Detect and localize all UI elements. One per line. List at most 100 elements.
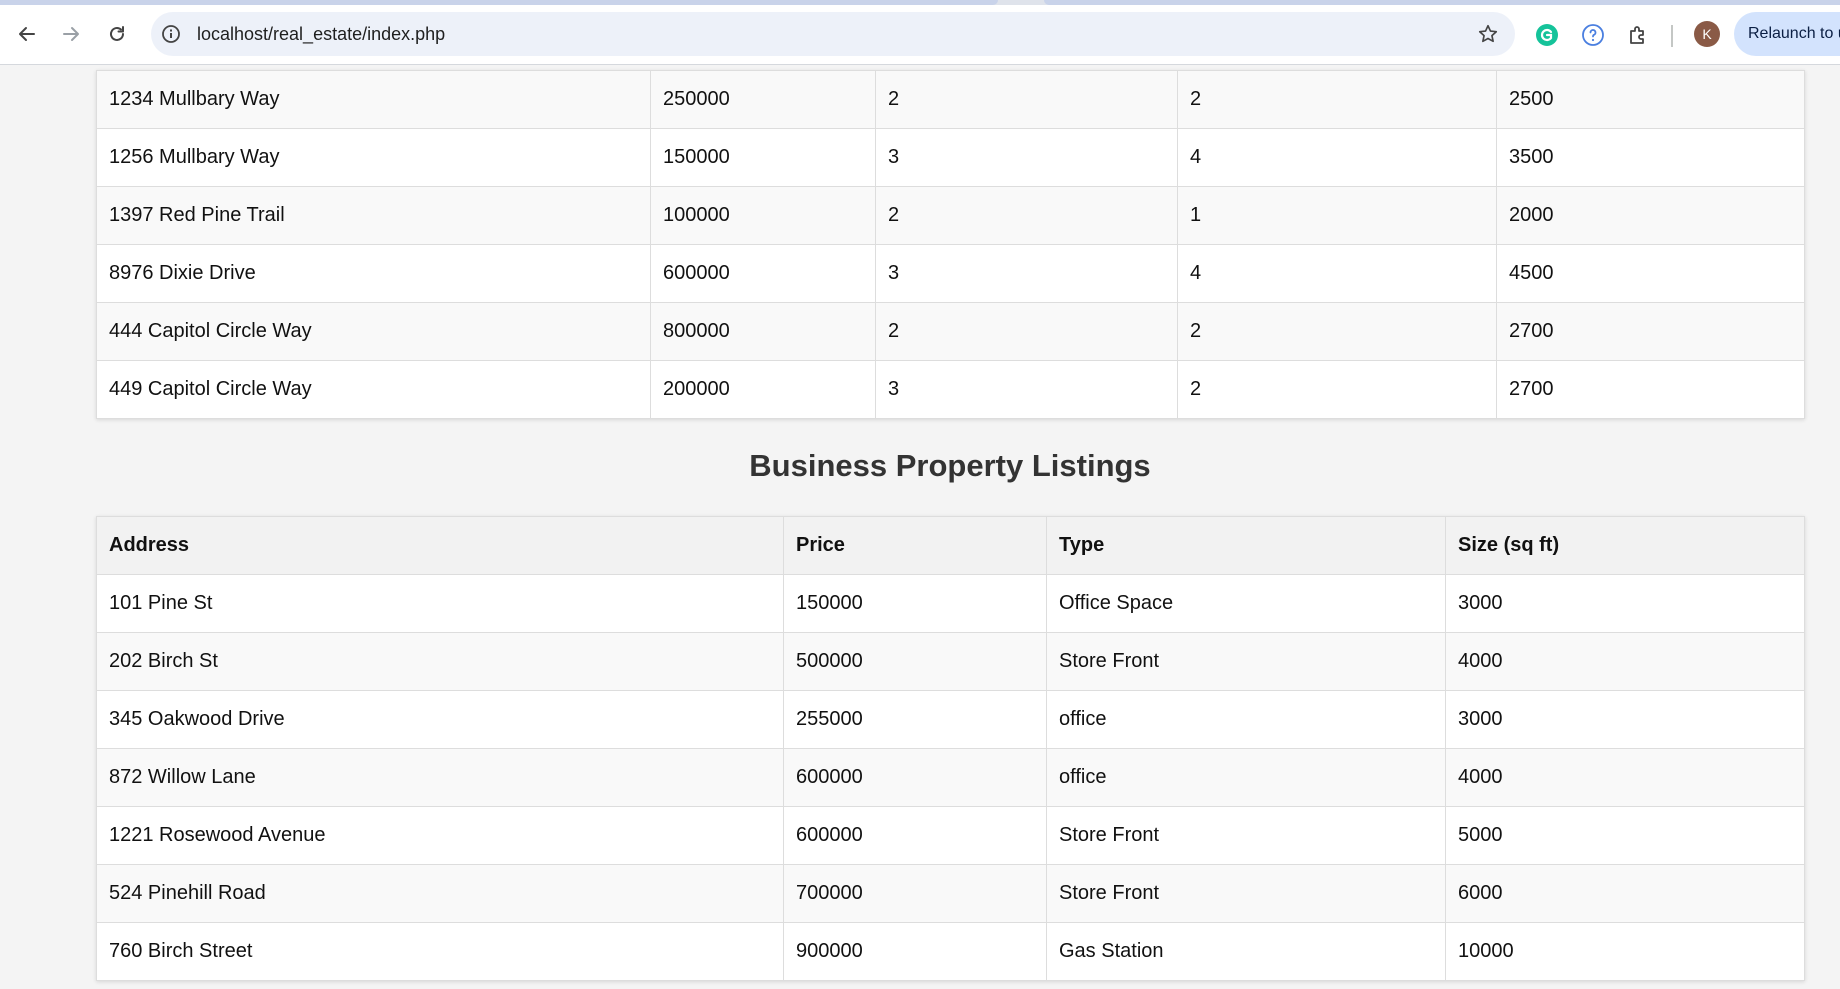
column-header: Price <box>783 516 1047 575</box>
table-row: 449 Capitol Circle Way 200000 3 2 2700 <box>96 360 1805 419</box>
column-header: Type <box>1046 516 1446 575</box>
table-row: 8976 Dixie Drive 600000 3 4 4500 <box>96 244 1805 303</box>
table-cell: 2500 <box>1496 70 1805 129</box>
back-button[interactable] <box>12 19 42 49</box>
reload-icon <box>110 26 124 41</box>
toolbar-divider <box>1671 25 1673 47</box>
table-cell: 255000 <box>783 690 1047 749</box>
table-cell: Store Front <box>1046 632 1446 691</box>
table-cell: 600000 <box>650 244 876 303</box>
table-row: 202 Birch St 500000 Store Front 4000 <box>96 632 1805 691</box>
table-cell: 900000 <box>783 922 1047 981</box>
table-cell: 150000 <box>650 128 876 187</box>
table-cell: 4000 <box>1445 632 1805 691</box>
table-cell: 3 <box>875 360 1178 419</box>
table-cell: 2000 <box>1496 186 1805 245</box>
table-cell: 6000 <box>1445 864 1805 923</box>
table-cell: 524 Pinehill Road <box>96 864 784 923</box>
table-row: 524 Pinehill Road 700000 Store Front 6000 <box>96 864 1805 923</box>
table-cell: 1221 Rosewood Avenue <box>96 806 784 865</box>
table-cell: 444 Capitol Circle Way <box>96 302 651 361</box>
extensions-button[interactable] <box>1625 22 1651 48</box>
table-cell: 3500 <box>1496 128 1805 187</box>
help-extension[interactable] <box>1580 22 1606 48</box>
table-cell: Store Front <box>1046 806 1446 865</box>
table-cell: 2 <box>1177 70 1497 129</box>
table-cell: 3000 <box>1445 574 1805 633</box>
table-cell: 700000 <box>783 864 1047 923</box>
business-listings-heading: Business Property Listings <box>749 448 1151 483</box>
profile-avatar[interactable]: K <box>1694 21 1720 47</box>
table-cell: 3 <box>875 128 1178 187</box>
url-text[interactable]: localhost/real_estate/index.php <box>197 24 445 44</box>
forward-button[interactable] <box>56 19 86 49</box>
page-content: 1234 Mullbary Way 250000 2 2 2500 1256 Mullba… <box>0 65 1840 989</box>
table-cell: Gas Station <box>1046 922 1446 981</box>
table-cell: 2700 <box>1496 302 1805 361</box>
table-cell: Store Front <box>1046 864 1446 923</box>
grammarly-extension[interactable] <box>1534 22 1560 48</box>
table-row: 1234 Mullbary Way 250000 2 2 2500 <box>96 70 1805 129</box>
table-cell: 3000 <box>1445 690 1805 749</box>
table-cell: 4500 <box>1496 244 1805 303</box>
table-cell: 1 <box>1177 186 1497 245</box>
column-header: Address <box>96 516 784 575</box>
table-row: 1221 Rosewood Avenue 600000 Store Front 500… <box>96 806 1805 865</box>
table-cell: 2 <box>875 186 1178 245</box>
table-cell: 5000 <box>1445 806 1805 865</box>
table-cell: 150000 <box>783 574 1047 633</box>
help-icon <box>1582 24 1604 46</box>
grammarly-icon <box>1536 24 1558 46</box>
residential-listings-table: 1234 Mullbary Way 250000 2 2 2500 1256 Mullba… <box>96 70 1805 419</box>
table-cell: 2 <box>1177 360 1497 419</box>
table-cell: 2 <box>875 302 1178 361</box>
table-cell: 8976 Dixie Drive <box>96 244 651 303</box>
table-cell: 600000 <box>783 806 1047 865</box>
table-row: 345 Oakwood Drive 255000 office 3000 <box>96 690 1805 749</box>
star-icon[interactable] <box>1477 23 1499 45</box>
table-row: 1397 Red Pine Trail 100000 2 1 2000 <box>96 186 1805 245</box>
table-cell: 1397 Red Pine Trail <box>96 186 651 245</box>
table-cell: 4 <box>1177 128 1497 187</box>
arrow-right-icon <box>63 27 79 41</box>
table-cell: 4000 <box>1445 748 1805 807</box>
table-cell: 250000 <box>650 70 876 129</box>
table-row: 444 Capitol Circle Way 800000 2 2 2700 <box>96 302 1805 361</box>
table-cell: Office Space <box>1046 574 1446 633</box>
table-cell: 100000 <box>650 186 876 245</box>
column-header: Size (sq ft) <box>1445 516 1805 575</box>
table-cell: office <box>1046 690 1446 749</box>
puzzle-icon <box>1630 26 1644 44</box>
table-cell: 4 <box>1177 244 1497 303</box>
reload-button[interactable] <box>102 19 132 49</box>
address-bar[interactable]: localhost/real_estate/index.php <box>151 12 1515 56</box>
table-cell: 345 Oakwood Drive <box>96 690 784 749</box>
arrow-left-icon <box>19 27 35 41</box>
table-cell: 872 Willow Lane <box>96 748 784 807</box>
table-cell: 2700 <box>1496 360 1805 419</box>
table-header-row: Address Price Type Size (sq ft) <box>96 516 1805 575</box>
table-cell: 1234 Mullbary Way <box>96 70 651 129</box>
table-cell: 202 Birch St <box>96 632 784 691</box>
table-cell: 449 Capitol Circle Way <box>96 360 651 419</box>
table-row: 1256 Mullbary Way 150000 3 4 3500 <box>96 128 1805 187</box>
table-cell: 800000 <box>650 302 876 361</box>
table-cell: 500000 <box>783 632 1047 691</box>
business-listings-table: Address Price Type Size (sq ft) 101 Pine St… <box>96 516 1805 981</box>
table-cell: 1256 Mullbary Way <box>96 128 651 187</box>
table-cell: 10000 <box>1445 922 1805 981</box>
browser-toolbar: localhost/real_estate/index.php K Relaun… <box>0 5 1840 65</box>
table-cell: 3 <box>875 244 1178 303</box>
table-row: 101 Pine St 150000 Office Space 3000 <box>96 574 1805 633</box>
info-icon[interactable] <box>161 24 181 44</box>
table-cell: office <box>1046 748 1446 807</box>
table-cell: 600000 <box>783 748 1047 807</box>
table-cell: 760 Birch Street <box>96 922 784 981</box>
table-row: 760 Birch Street 900000 Gas Station 10000 <box>96 922 1805 981</box>
table-cell: 2 <box>1177 302 1497 361</box>
table-row: 872 Willow Lane 600000 office 4000 <box>96 748 1805 807</box>
relaunch-button[interactable]: Relaunch to u <box>1734 12 1840 56</box>
table-cell: 200000 <box>650 360 876 419</box>
table-cell: 2 <box>875 70 1178 129</box>
table-cell: 101 Pine St <box>96 574 784 633</box>
